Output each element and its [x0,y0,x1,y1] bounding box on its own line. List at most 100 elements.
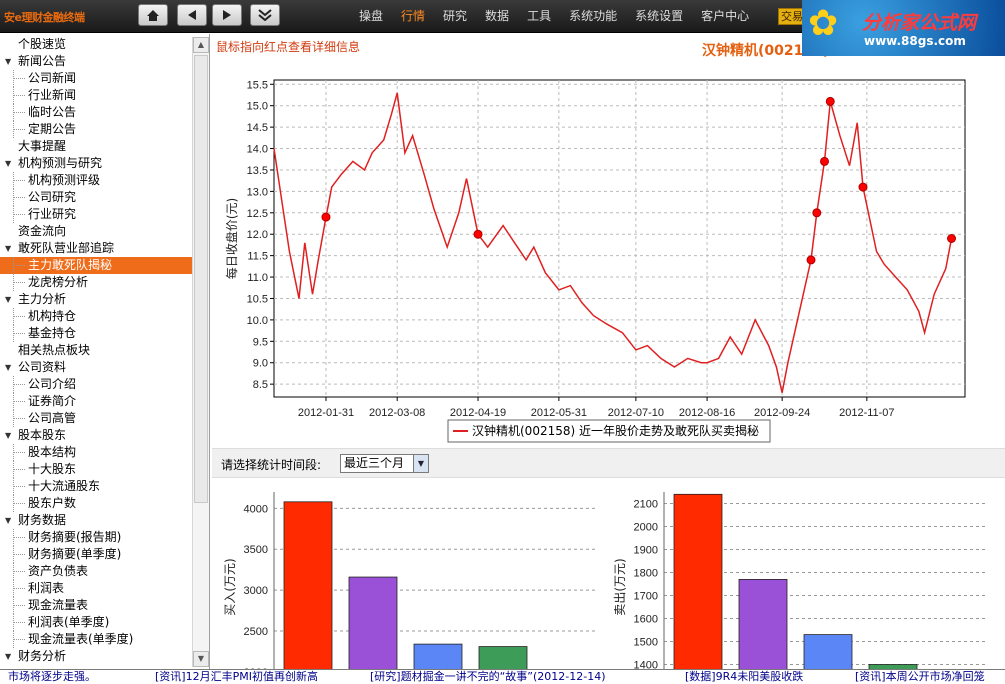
tree-toggle-icon[interactable]: ▼ [5,427,11,444]
sidebar-item[interactable]: 龙虎榜分析 [0,274,192,291]
trade-marker[interactable] [858,182,868,192]
sidebar-item[interactable]: ▼ 敢死队营业部追踪 [0,240,192,257]
menu-item[interactable]: 数据 [476,0,518,33]
sidebar-item[interactable]: 财务摘要(报告期) [0,529,192,546]
y-tick-label: 1500 [634,637,658,649]
sidebar-item[interactable]: 公司新闻 [0,70,192,87]
x-tick-label: 2012-01-31 [298,407,354,419]
y-axis-label: 买入(万元) [223,558,237,615]
sidebar-item[interactable]: 个股速览 [0,36,192,53]
sidebar-item[interactable]: ▼ 公司资料 [0,359,192,376]
sidebar-item[interactable]: ▼ 财务数据 [0,512,192,529]
tree-toggle-icon[interactable]: ▼ [5,240,11,257]
sidebar-item[interactable]: 定期公告 [0,121,192,138]
trade-marker[interactable] [321,212,331,222]
bar[interactable] [413,643,463,669]
sidebar-item-label: 公司资料 [18,360,67,374]
scrollbar-thumb[interactable] [194,55,208,503]
sell-chart: 1400 1500 1600 1700 1800 1900 2000 2100 卖出(万元) [613,492,988,669]
sidebar-item[interactable]: 现金流量表 [0,597,192,614]
sidebar-item[interactable]: ▼ 主力分析 [0,291,192,308]
trade-marker[interactable] [806,255,816,265]
ticker-item[interactable]: [数据]9R4未阳美股收跌 [685,670,803,684]
home-button[interactable] [138,4,168,26]
bar[interactable] [673,493,723,669]
ticker-item[interactable]: [资讯]12月汇丰PMI初值再创新高 [155,670,318,684]
sidebar-item[interactable]: 相关热点板块 [0,342,192,359]
sidebar-item[interactable]: 大事提醒 [0,138,192,155]
forward-button[interactable] [212,4,242,26]
tree-toggle-icon[interactable]: ▼ [5,648,11,665]
sidebar-item-label: 公司新闻 [28,71,77,85]
sidebar-item[interactable]: 公司研究 [0,189,192,206]
bar[interactable] [283,501,333,669]
sidebar-item-label: 资金流向 [18,224,67,238]
y-tick-label: 1900 [634,545,658,557]
bar[interactable] [348,576,398,669]
back-icon [188,10,196,20]
sidebar-item[interactable]: 机构持仓 [0,308,192,325]
menu-item[interactable]: 系统功能 [560,0,626,33]
sidebar-item[interactable]: 机构预测评级 [0,172,192,189]
sidebar-item[interactable]: 公司介绍 [0,376,192,393]
sidebar-item[interactable]: 现金流量表(单季度) [0,631,192,648]
sidebar-scrollbar[interactable]: ▲ ▼ [192,37,209,667]
sidebar-item[interactable]: 十大股东 [0,461,192,478]
sidebar-item[interactable]: 利润表(单季度) [0,614,192,631]
menu-item[interactable]: 操盘 [350,0,392,33]
sidebar-item[interactable]: 股东户数 [0,495,192,512]
menu-item[interactable]: 行情 [392,0,434,33]
y-tick-label: 12.5 [247,208,268,220]
y-tick-label: 12.0 [247,229,268,241]
tree-toggle-icon[interactable]: ▼ [5,155,11,172]
logo-url: www.88gs.com [864,34,966,48]
y-axis-label: 每日收盘价(元) [224,198,239,279]
trade-marker[interactable] [947,234,957,243]
y-tick-label: 10.0 [247,315,268,327]
trade-marker[interactable] [473,229,483,239]
sidebar-item[interactable]: 行业研究 [0,206,192,223]
tree-toggle-icon[interactable]: ▼ [5,359,11,376]
menu-item[interactable]: 工具 [518,0,560,33]
tree-toggle-icon[interactable]: ▼ [5,291,11,308]
sidebar-item[interactable]: 证券简介 [0,393,192,410]
menu-item[interactable]: 研究 [434,0,476,33]
sidebar-item[interactable]: 公司高管 [0,410,192,427]
sidebar-item[interactable]: ▼ 财务分析 [0,648,192,665]
y-tick-label: 1700 [634,591,658,603]
trade-marker[interactable] [819,156,829,166]
sidebar-item[interactable]: ▼ 股本股东 [0,427,192,444]
expand-button[interactable] [250,4,280,26]
ticker-item[interactable]: 市场将逐步走强。 [8,670,96,684]
period-select[interactable]: 最近三个月 ▼ [340,454,429,473]
scroll-up-icon[interactable]: ▲ [193,37,209,53]
sidebar-item[interactable]: 利润表 [0,580,192,597]
menu-item[interactable]: 客户中心 [692,0,758,33]
ticker-item[interactable]: [研究]题材掘金一讲不完的“故事”(2012-12-14) [370,670,606,684]
sidebar-item[interactable]: 行业新闻 [0,87,192,104]
sidebar-item[interactable]: 基金持仓 [0,325,192,342]
bar[interactable] [738,579,788,669]
sidebar-item[interactable]: ▼ 新闻公告 [0,53,192,70]
sidebar-item[interactable]: 资金流向 [0,223,192,240]
sidebar-item[interactable]: 临时公告 [0,104,192,121]
site-logo: ✿ 分析家公式网 www.88gs.com [802,0,1005,56]
sidebar-item[interactable]: 十大流通股东 [0,478,192,495]
sidebar-item[interactable]: ▼ 机构预测与研究 [0,155,192,172]
trade-marker[interactable] [825,96,835,106]
ticker-item[interactable]: [资讯]本周公开市场净回笼 [855,670,985,684]
sidebar-item-label: 现金流量表(单季度) [28,632,134,646]
sidebar-item[interactable]: 主力敢死队揭秘 [0,257,192,274]
bar[interactable] [478,646,528,669]
back-button[interactable] [177,4,207,26]
sidebar-item[interactable]: 股本结构 [0,444,192,461]
tree-toggle-icon[interactable]: ▼ [5,53,11,70]
trade-marker[interactable] [812,208,822,218]
sidebar-item[interactable]: 财务摘要(单季度) [0,546,192,563]
tree-toggle-icon[interactable]: ▼ [5,512,11,529]
menu-item[interactable]: 系统设置 [626,0,692,33]
bar[interactable] [803,634,853,669]
sidebar-item[interactable]: 资产负债表 [0,563,192,580]
scroll-down-icon[interactable]: ▼ [193,651,209,667]
chevron-down-icon[interactable]: ▼ [413,455,428,472]
